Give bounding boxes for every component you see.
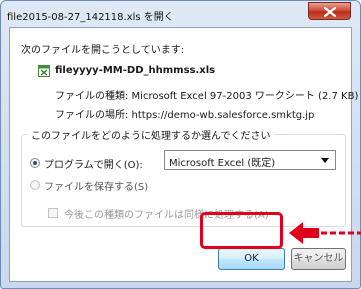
ok-button[interactable]: OK (218, 248, 285, 270)
remember-checkbox[interactable] (48, 208, 58, 218)
chevron-down-icon (321, 158, 329, 163)
save-file-label[interactable]: ファイルを保存する(S) (44, 178, 148, 193)
excel-file-icon (38, 65, 50, 77)
file-location-info: ファイルの場所: https://demo-wb.salesforce.smkt… (55, 110, 315, 121)
file-type-info: ファイルの種類: Microsoft Excel 97-2003 ワークシート … (55, 91, 359, 102)
window-title: file2015-08-27_142118.xls を開く (7, 12, 174, 23)
action-group-legend: このファイルをどのように処理するか選んでください (28, 127, 274, 142)
file-name: fileyyyy-MM-DD_hhmmss.xls (55, 65, 216, 76)
open-with-label[interactable]: プログラムで開く(O): (44, 156, 143, 171)
program-select[interactable]: Microsoft Excel (既定) (164, 150, 336, 170)
action-group: このファイルをどのように処理するか選んでください プログラムで開く(O): Mi… (21, 127, 346, 227)
dialog-window: file2015-08-27_142118.xls を開く 次のファイルを開こう… (0, 0, 361, 289)
save-file-radio[interactable] (30, 180, 40, 190)
ok-highlight-box (200, 212, 283, 249)
program-select-value: Microsoft Excel (既定) (169, 158, 276, 169)
open-with-radio[interactable] (30, 158, 40, 168)
pointer-arrow-icon (289, 222, 361, 244)
close-icon (324, 7, 336, 17)
close-button[interactable] (308, 2, 351, 20)
title-bar[interactable]: file2015-08-27_142118.xls を開く (1, 1, 360, 27)
cancel-button[interactable]: キャンセル (291, 248, 346, 270)
intro-text: 次のファイルを開こうとしています: (21, 45, 185, 56)
